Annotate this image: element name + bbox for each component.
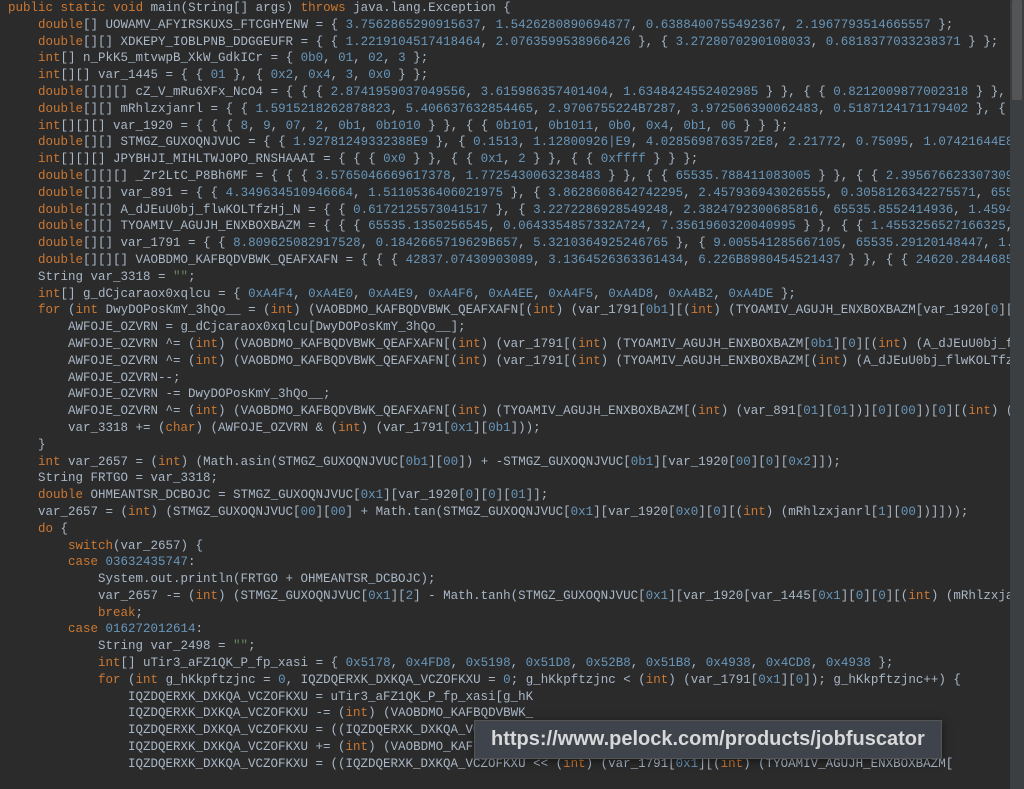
tooltip-text: https://www.pelock.com/products/jobfusca… [491, 728, 925, 750]
vertical-scrollbar[interactable] [1010, 0, 1024, 789]
scroll-thumb[interactable] [1012, 0, 1022, 100]
code-editor: public static void main(String[] args) t… [0, 0, 1024, 789]
url-tooltip: https://www.pelock.com/products/jobfusca… [474, 720, 942, 759]
